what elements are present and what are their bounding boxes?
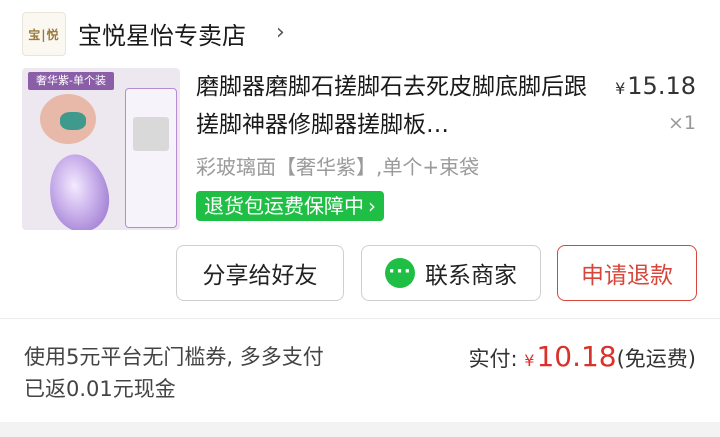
paid-value: 10.18 [536,340,617,373]
share-to-friend-button[interactable]: 分享给好友 [176,245,344,301]
bottom-background-bar [0,422,720,437]
shipping-note: (免运费) [616,347,696,371]
paid-currency: ¥ [524,351,535,370]
paid-amount: ¥10.18 [524,340,616,373]
package-image [133,117,169,151]
product-thumbnail[interactable]: 奢华紫-单个装 [22,68,180,230]
contact-merchant-label: 联系商家 [425,263,517,289]
shop-logo[interactable]: 宝|悦 [22,12,66,56]
product-photo-stone [42,148,116,230]
product-photo-package [125,88,177,228]
thumbnail-tag: 奢华紫-单个装 [28,72,114,90]
chevron-right-icon[interactable]: › [276,20,285,45]
product-price: ¥15.18 [615,72,696,100]
chevron-right-icon: › [368,194,376,218]
shop-name[interactable]: 宝悦星怡专卖店 [78,16,246,51]
contact-merchant-button[interactable]: 联系商家 [361,245,541,301]
chat-bubble-icon [385,258,415,288]
section-divider [0,318,720,319]
product-title[interactable]: 磨脚器磨脚石搓脚石去死皮脚底脚后跟搓脚神器修脚器搓脚板… [196,68,596,144]
product-quantity: ×1 [667,112,696,134]
paid-label: 实付: [468,347,525,371]
request-refund-button[interactable]: 申请退款 [557,245,697,301]
product-photo-hand [40,94,96,144]
price-value: 15.18 [627,72,696,100]
actual-payment: 实付: ¥10.18(免运费) [468,340,696,373]
coupon-cashback-note: 使用5元平台无门槛券, 多多支付已返0.01元现金 [24,345,324,401]
shipping-guarantee-badge[interactable]: 退货包运费保障中 › [196,191,384,221]
product-spec: 彩玻璃面【奢华紫】,单个+束袋 [196,155,480,179]
price-currency: ¥ [615,79,626,98]
guarantee-label: 退货包运费保障中 [204,194,364,218]
